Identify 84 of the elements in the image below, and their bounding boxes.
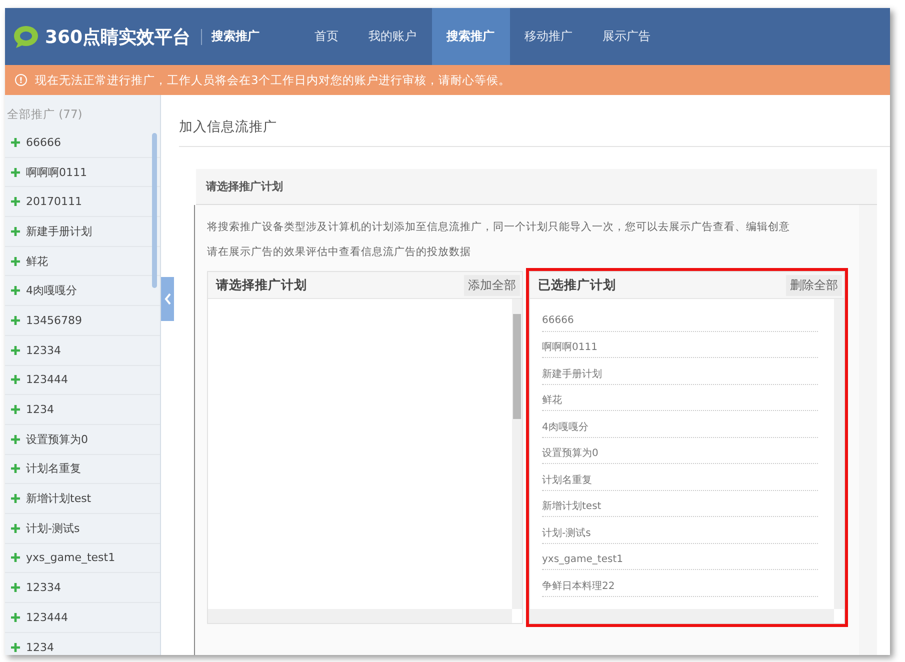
- plan-name: 123444: [26, 610, 68, 624]
- sidebar-item[interactable]: yxs_game_test1: [5, 544, 160, 574]
- selected-plan-item[interactable]: 鲜花: [542, 384, 818, 411]
- plan-name: 123444: [26, 373, 68, 386]
- selected-plan-item[interactable]: yxs_game_test1: [542, 544, 818, 570]
- selected-plan-item[interactable]: 新增计划test: [542, 490, 818, 517]
- chevron-left-icon: [164, 293, 172, 305]
- product-name: 搜索推广: [212, 28, 260, 45]
- selected-plan-item[interactable]: 设置预算为0: [542, 438, 818, 464]
- plus-icon: [11, 494, 20, 504]
- add-all-button[interactable]: 添加全部: [464, 274, 520, 296]
- plan-name: 新增计划test: [26, 491, 92, 506]
- plus-icon: [11, 197, 20, 206]
- plus-icon: [11, 405, 20, 414]
- logo-text: 360点睛实效平台: [45, 26, 191, 48]
- sidebar-title: 全部推广 (77): [6, 106, 84, 123]
- scrollbar[interactable]: [834, 299, 844, 609]
- plan-name: 13456789: [26, 314, 82, 327]
- plus-icon: [11, 434, 20, 444]
- plan-name: 12334: [26, 581, 61, 594]
- plus-icon: [11, 524, 20, 533]
- selected-plan-item[interactable]: 争鲜日本料理22: [542, 570, 818, 596]
- sidebar-item[interactable]: 1234: [5, 632, 160, 655]
- plus-icon: [11, 375, 20, 384]
- plan-name: yxs_game_test1: [26, 551, 116, 564]
- plan-name: 鲜花: [26, 254, 48, 269]
- plan-name: 啊啊啊0111: [26, 164, 87, 180]
- sidebar-item[interactable]: 设置预算为0: [5, 424, 160, 455]
- plus-icon: [11, 138, 20, 147]
- sidebar-item[interactable]: 新增计划test: [5, 484, 160, 514]
- plan-name: 计划-测试s: [26, 520, 80, 536]
- plus-icon: [11, 346, 20, 355]
- scrollbar[interactable]: [530, 609, 834, 623]
- plus-icon: [11, 316, 20, 325]
- nav-tab[interactable]: 首页: [300, 8, 354, 65]
- plan-name: 1234: [26, 640, 54, 654]
- plan-name: 计划名重复: [26, 461, 81, 476]
- list-title: 已选推广计划: [538, 276, 616, 294]
- scrollbar[interactable]: [208, 609, 512, 623]
- warning-icon: !: [15, 74, 27, 86]
- plan-name: 12334: [26, 344, 61, 357]
- selected-plan-item[interactable]: 新建手册计划: [542, 358, 818, 384]
- selected-plan-item[interactable]: 计划名重复: [542, 464, 818, 490]
- selected-plan-item[interactable]: 66666: [542, 305, 818, 332]
- plan-name: 4肉嘎嘎分: [26, 283, 77, 298]
- nav-tab[interactable]: 展示广告: [588, 8, 666, 65]
- scrollbar[interactable]: [152, 133, 157, 288]
- plus-icon: [11, 642, 20, 652]
- selected-plan-item[interactable]: 4肉嘎嘎分: [542, 411, 818, 438]
- remove-all-button[interactable]: 删除全部: [786, 274, 842, 296]
- plus-icon: [11, 553, 20, 562]
- plus-icon: [11, 286, 20, 296]
- scrollbar[interactable]: [512, 299, 522, 609]
- sidebar-item[interactable]: 13456789: [5, 306, 160, 336]
- plus-icon: [11, 168, 20, 177]
- nav-tab[interactable]: 移动推广: [510, 8, 588, 65]
- sidebar-item[interactable]: 123444: [5, 603, 160, 633]
- sidebar-item[interactable]: 12334: [5, 573, 160, 603]
- description-text: 将搜索推广设备类型涉及计算机的计划添加至信息流推广，同一个计划只能导入一次，您可以去展示广告查看、编辑创意: [207, 220, 791, 235]
- list-title: 请选择推广计划: [216, 276, 307, 294]
- page-title: 加入信息流推广: [179, 95, 890, 147]
- sidebar-item[interactable]: 123444: [5, 366, 160, 396]
- plan-name: 66666: [26, 136, 61, 149]
- nav-tab[interactable]: 搜索推广: [432, 8, 510, 65]
- sidebar-item[interactable]: 12334: [5, 336, 160, 366]
- collapse-button[interactable]: [161, 277, 174, 321]
- plus-icon: [11, 256, 20, 266]
- sidebar-item[interactable]: 计划-测试s: [5, 514, 160, 544]
- plan-name: 1234: [26, 403, 54, 416]
- selected-plan-item[interactable]: 计划-测试s: [542, 517, 818, 544]
- plus-icon: [11, 583, 20, 592]
- plus-icon: [11, 226, 20, 236]
- logo-icon: [13, 24, 39, 48]
- sidebar-item[interactable]: 1234: [5, 395, 160, 425]
- plus-icon: [11, 464, 20, 474]
- plan-name: 20170111: [26, 195, 82, 208]
- sidebar-item[interactable]: 计划名重复: [5, 454, 160, 484]
- notice-text: 现在无法正常进行推广，工作人员将会在3个工作日内对您的账户进行审核，请耐心等候。: [35, 72, 510, 88]
- plan-name: 新建手册计划: [26, 224, 92, 239]
- description-text: 请在展示广告的效果评估中查看信息流广告的投放数据: [207, 245, 472, 260]
- selected-plan-item[interactable]: 啊啊啊0111: [542, 332, 818, 358]
- plan-name: 设置预算为0: [26, 432, 88, 447]
- nav-tab[interactable]: 我的账户: [354, 8, 432, 65]
- plus-icon: [11, 612, 20, 622]
